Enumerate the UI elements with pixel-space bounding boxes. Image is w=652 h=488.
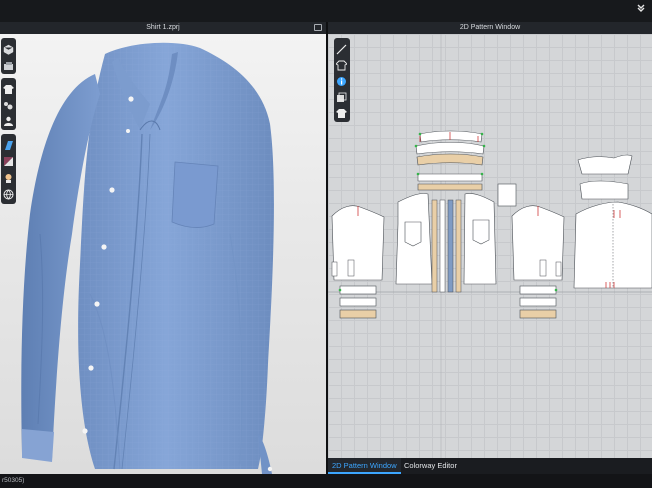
layers-icon[interactable] — [336, 90, 347, 102]
tab-2d-pattern-window[interactable]: 2D Pattern Window — [328, 458, 401, 474]
pen-icon[interactable] — [336, 42, 347, 55]
3d-window-titlebar: Shirt 1.zprj — [0, 22, 326, 34]
info-icon[interactable] — [336, 74, 347, 86]
pattern-pieces[interactable] — [328, 34, 652, 458]
render-toolbar — [1, 134, 16, 204]
2d-window-titlebar: 2D Pattern Window — [328, 22, 652, 34]
window-mode-icon[interactable] — [314, 24, 322, 31]
texture-icon[interactable] — [3, 138, 14, 150]
top-bar — [0, 0, 652, 22]
3d-window-title: Shirt 1.zprj — [146, 24, 180, 31]
status-text: r50305) — [2, 477, 25, 484]
bottom-tab-bar: 2D Pattern Window Colorway Editor — [328, 458, 652, 474]
arrangement-icon[interactable] — [3, 98, 14, 110]
status-bar: r50305) — [0, 474, 652, 488]
fabric-display-icon[interactable] — [3, 59, 14, 70]
shirt-icon[interactable] — [3, 82, 14, 94]
avatar-icon[interactable] — [3, 114, 14, 126]
skin-icon[interactable] — [3, 171, 14, 183]
lighting-icon[interactable] — [3, 154, 14, 166]
display-toolbar — [1, 38, 16, 74]
shirt-render[interactable] — [0, 34, 326, 474]
2d-pattern-canvas[interactable] — [328, 34, 652, 458]
tab-colorway-editor[interactable]: Colorway Editor — [400, 458, 461, 474]
avatar-display-icon[interactable] — [3, 42, 14, 55]
2d-window-title: 2D Pattern Window — [459, 24, 521, 31]
shirt-fill-icon[interactable] — [336, 106, 347, 118]
shirt-outline-icon[interactable] — [335, 58, 348, 71]
double-chevron-down-icon[interactable] — [634, 3, 648, 17]
globe-icon[interactable] — [3, 187, 14, 200]
garment-toolbar — [1, 78, 16, 130]
3d-garment-view[interactable] — [0, 34, 326, 474]
pattern-toolbar — [334, 38, 350, 122]
